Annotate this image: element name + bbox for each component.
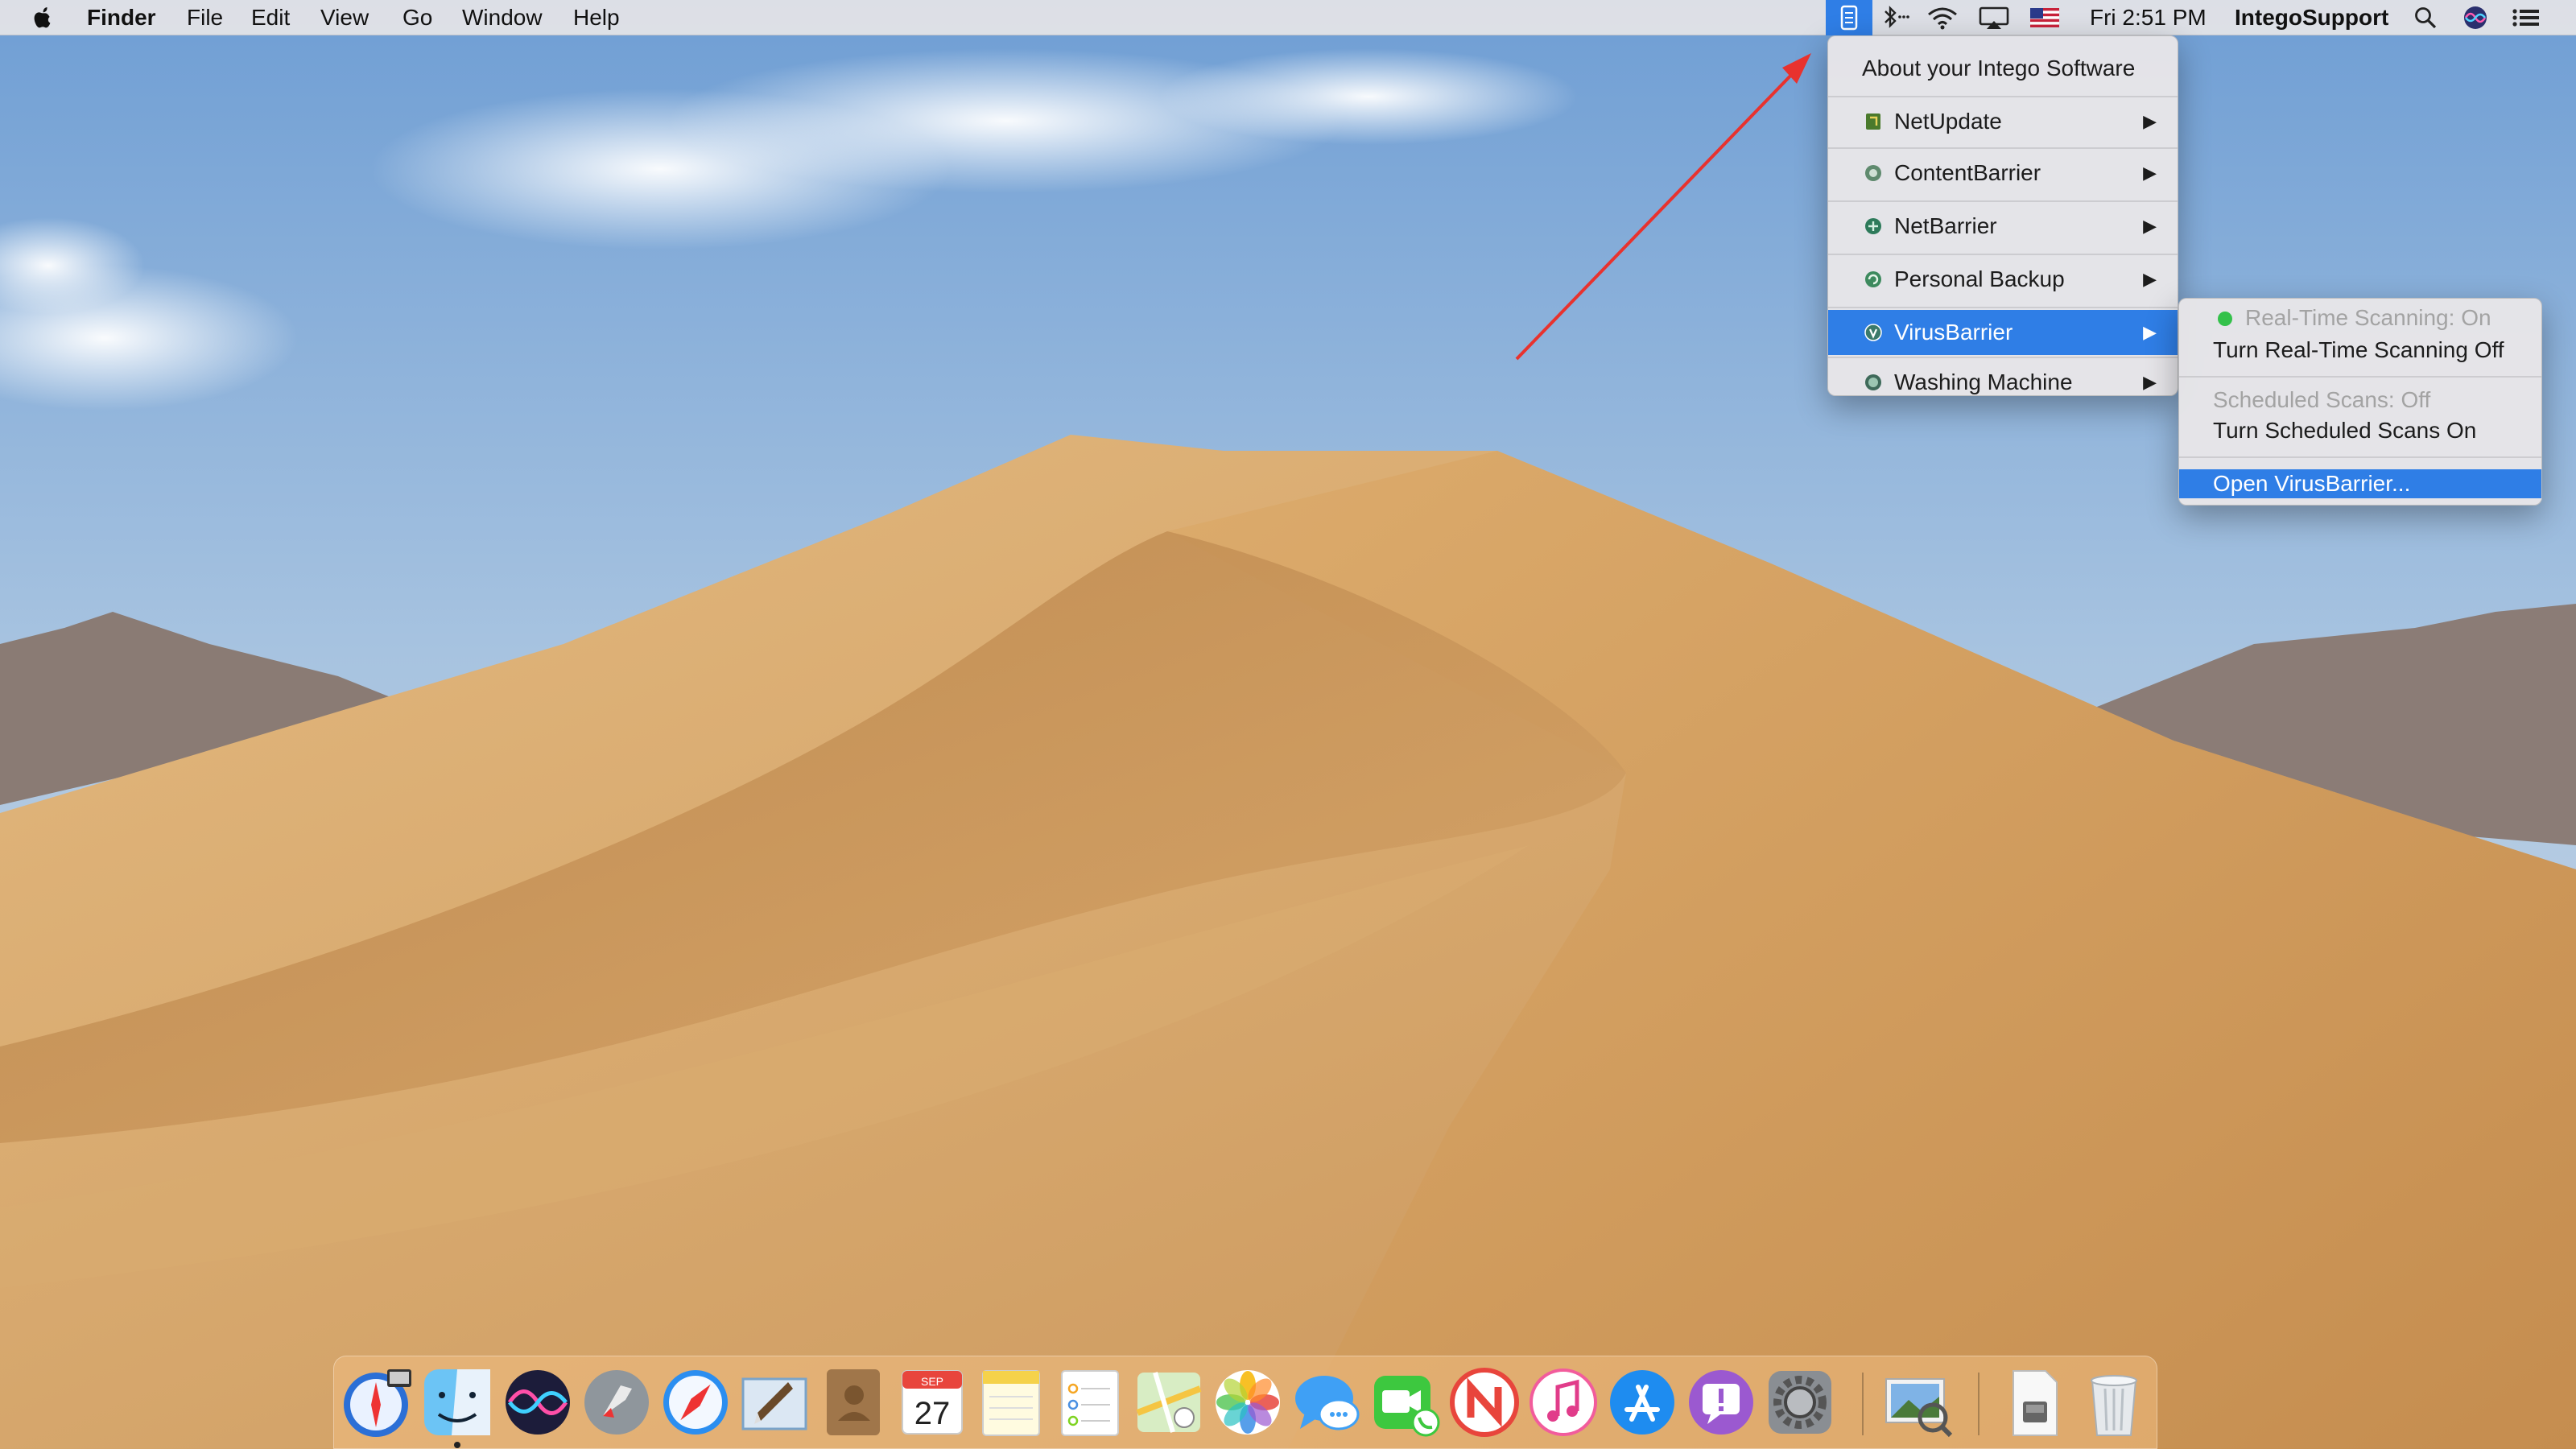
menu-item-netupdate[interactable]: NetUpdate ▶ bbox=[1828, 99, 2178, 144]
maps-app-icon[interactable] bbox=[1131, 1364, 1207, 1440]
news-app-icon[interactable] bbox=[1447, 1364, 1522, 1440]
scheduled-scans-status: Scheduled Scans: Off bbox=[2179, 384, 2541, 416]
airplay-icon[interactable] bbox=[1977, 5, 2011, 31]
menu-bar: Finder File Edit View Go Window Help Fri… bbox=[0, 0, 2576, 35]
running-indicator bbox=[454, 1442, 460, 1448]
dock: SEP 27 bbox=[333, 1356, 2157, 1449]
dock-divider bbox=[1978, 1373, 1979, 1435]
submenu-arrow-icon: ▶ bbox=[2143, 111, 2157, 131]
menu-item-contentbarrier[interactable]: ContentBarrier ▶ bbox=[1828, 151, 2178, 196]
dock-divider bbox=[1862, 1373, 1864, 1435]
open-virusbarrier[interactable]: Open VirusBarrier... bbox=[2179, 469, 2541, 498]
menu-edit[interactable]: Edit bbox=[251, 0, 290, 35]
screen-sharing-app-icon[interactable] bbox=[341, 1364, 416, 1440]
menu-help[interactable]: Help bbox=[573, 0, 620, 35]
status-dot-green bbox=[2218, 312, 2232, 326]
apple-menu-icon[interactable] bbox=[31, 5, 55, 31]
realtime-scanning-status: Real-Time Scanning: On bbox=[2179, 302, 2541, 334]
menu-item-label: NetUpdate bbox=[1894, 109, 2002, 134]
menu-item-label: ContentBarrier bbox=[1894, 160, 2041, 185]
menu-file[interactable]: File bbox=[187, 0, 223, 35]
calendar-month-label: SEP bbox=[921, 1375, 943, 1388]
open-virusbarrier-label: Open VirusBarrier... bbox=[2213, 471, 2411, 496]
submenu-arrow-icon: ▶ bbox=[2143, 372, 2157, 392]
trash-icon[interactable] bbox=[2076, 1364, 2152, 1440]
reminders-app-icon[interactable] bbox=[1052, 1364, 1128, 1440]
menu-separator bbox=[1828, 96, 2178, 97]
virusbarrier-submenu: Real-Time Scanning: On Turn Real-Time Sc… bbox=[2178, 298, 2542, 506]
submenu-arrow-icon: ▶ bbox=[2143, 269, 2157, 289]
finder-app-icon[interactable] bbox=[419, 1364, 495, 1440]
submenu-arrow-icon: ▶ bbox=[2143, 322, 2157, 342]
turn-realtime-scanning-off[interactable]: Turn Real-Time Scanning Off bbox=[2179, 334, 2541, 366]
calendar-app-icon[interactable]: SEP 27 bbox=[894, 1364, 970, 1440]
wifi-icon[interactable] bbox=[1926, 5, 1959, 31]
photos-app-icon[interactable] bbox=[1210, 1364, 1286, 1440]
intego-dropdown-menu: About your Intego Software NetUpdate ▶ C… bbox=[1827, 35, 2178, 396]
system-preferences-app-icon[interactable] bbox=[1762, 1364, 1838, 1440]
siri-app-icon[interactable] bbox=[500, 1364, 576, 1440]
menu-item-label: VirusBarrier bbox=[1894, 320, 2013, 345]
us-flag-icon[interactable] bbox=[2030, 8, 2059, 27]
facetime-app-icon[interactable] bbox=[1368, 1364, 1443, 1440]
documents-folder-icon[interactable] bbox=[1996, 1364, 2071, 1440]
submenu-arrow-icon: ▶ bbox=[2143, 216, 2157, 236]
preview-app-icon[interactable] bbox=[1880, 1364, 1955, 1440]
menu-separator bbox=[2179, 456, 2541, 458]
menu-item-label: NetBarrier bbox=[1894, 213, 1997, 238]
safari-app-icon[interactable] bbox=[658, 1364, 733, 1440]
menu-window[interactable]: Window bbox=[462, 0, 543, 35]
menu-separator bbox=[1828, 254, 2178, 255]
spotlight-icon[interactable] bbox=[2412, 5, 2439, 31]
menubar-user[interactable]: IntegoSupport bbox=[2235, 0, 2388, 35]
menu-item-virusbarrier[interactable]: VirusBarrier ▶ bbox=[1828, 310, 2178, 355]
bluetooth-icon[interactable] bbox=[1879, 5, 1911, 31]
itunes-app-icon[interactable] bbox=[1525, 1364, 1601, 1440]
menu-separator bbox=[1828, 357, 2178, 358]
menu-item-personal-backup[interactable]: Personal Backup ▶ bbox=[1828, 257, 2178, 302]
washing-machine-icon bbox=[1865, 374, 1881, 390]
netupdate-icon bbox=[1866, 114, 1880, 130]
scheduled-status-label: Scheduled Scans: Off bbox=[2213, 387, 2431, 412]
mojave-dune-wallpaper bbox=[0, 0, 2576, 1449]
siri-icon[interactable] bbox=[2462, 5, 2489, 31]
notes-app-icon[interactable] bbox=[973, 1364, 1049, 1440]
turn-scheduled-scans-on[interactable]: Turn Scheduled Scans On bbox=[2179, 415, 2541, 447]
scheduled-toggle-label: Turn Scheduled Scans On bbox=[2213, 418, 2477, 443]
intego-menu-extra-button[interactable] bbox=[1826, 0, 1872, 35]
menu-view[interactable]: View bbox=[320, 0, 369, 35]
menu-item-washing-machine[interactable]: Washing Machine ▶ bbox=[1828, 360, 2178, 405]
intego-icon bbox=[1840, 5, 1858, 31]
menu-item-about-label: About your Intego Software bbox=[1862, 56, 2136, 80]
menu-go[interactable]: Go bbox=[402, 0, 432, 35]
menu-separator bbox=[1828, 147, 2178, 149]
app-name-finder[interactable]: Finder bbox=[87, 0, 156, 35]
menu-separator bbox=[1828, 307, 2178, 308]
menu-item-label: Personal Backup bbox=[1894, 266, 2065, 291]
app-store-app-icon[interactable] bbox=[1604, 1364, 1680, 1440]
contacts-app-icon[interactable] bbox=[815, 1364, 891, 1440]
menu-item-netbarrier[interactable]: NetBarrier ▶ bbox=[1828, 204, 2178, 249]
menu-separator bbox=[2179, 376, 2541, 378]
desktop-wallpaper bbox=[0, 0, 2576, 1449]
netbarrier-icon bbox=[1865, 218, 1881, 234]
feedback-assistant-app-icon[interactable] bbox=[1683, 1364, 1759, 1440]
contentbarrier-icon bbox=[1865, 165, 1881, 181]
notification-center-icon[interactable] bbox=[2510, 5, 2542, 31]
virusbarrier-icon bbox=[1864, 324, 1882, 341]
menu-separator bbox=[1828, 200, 2178, 202]
launchpad-app-icon[interactable] bbox=[579, 1364, 654, 1440]
menu-item-label: Washing Machine bbox=[1894, 369, 2073, 394]
realtime-toggle-label: Turn Real-Time Scanning Off bbox=[2213, 337, 2504, 362]
mail-app-icon[interactable] bbox=[737, 1364, 812, 1440]
messages-app-icon[interactable] bbox=[1289, 1364, 1364, 1440]
personal-backup-icon bbox=[1865, 271, 1881, 287]
menu-item-about-intego[interactable]: About your Intego Software bbox=[1828, 46, 2178, 91]
calendar-day-label: 27 bbox=[914, 1396, 951, 1431]
menubar-clock[interactable]: Fri 2:51 PM bbox=[2090, 0, 2207, 35]
submenu-arrow-icon: ▶ bbox=[2143, 163, 2157, 183]
realtime-status-label: Real-Time Scanning: On bbox=[2245, 305, 2491, 330]
